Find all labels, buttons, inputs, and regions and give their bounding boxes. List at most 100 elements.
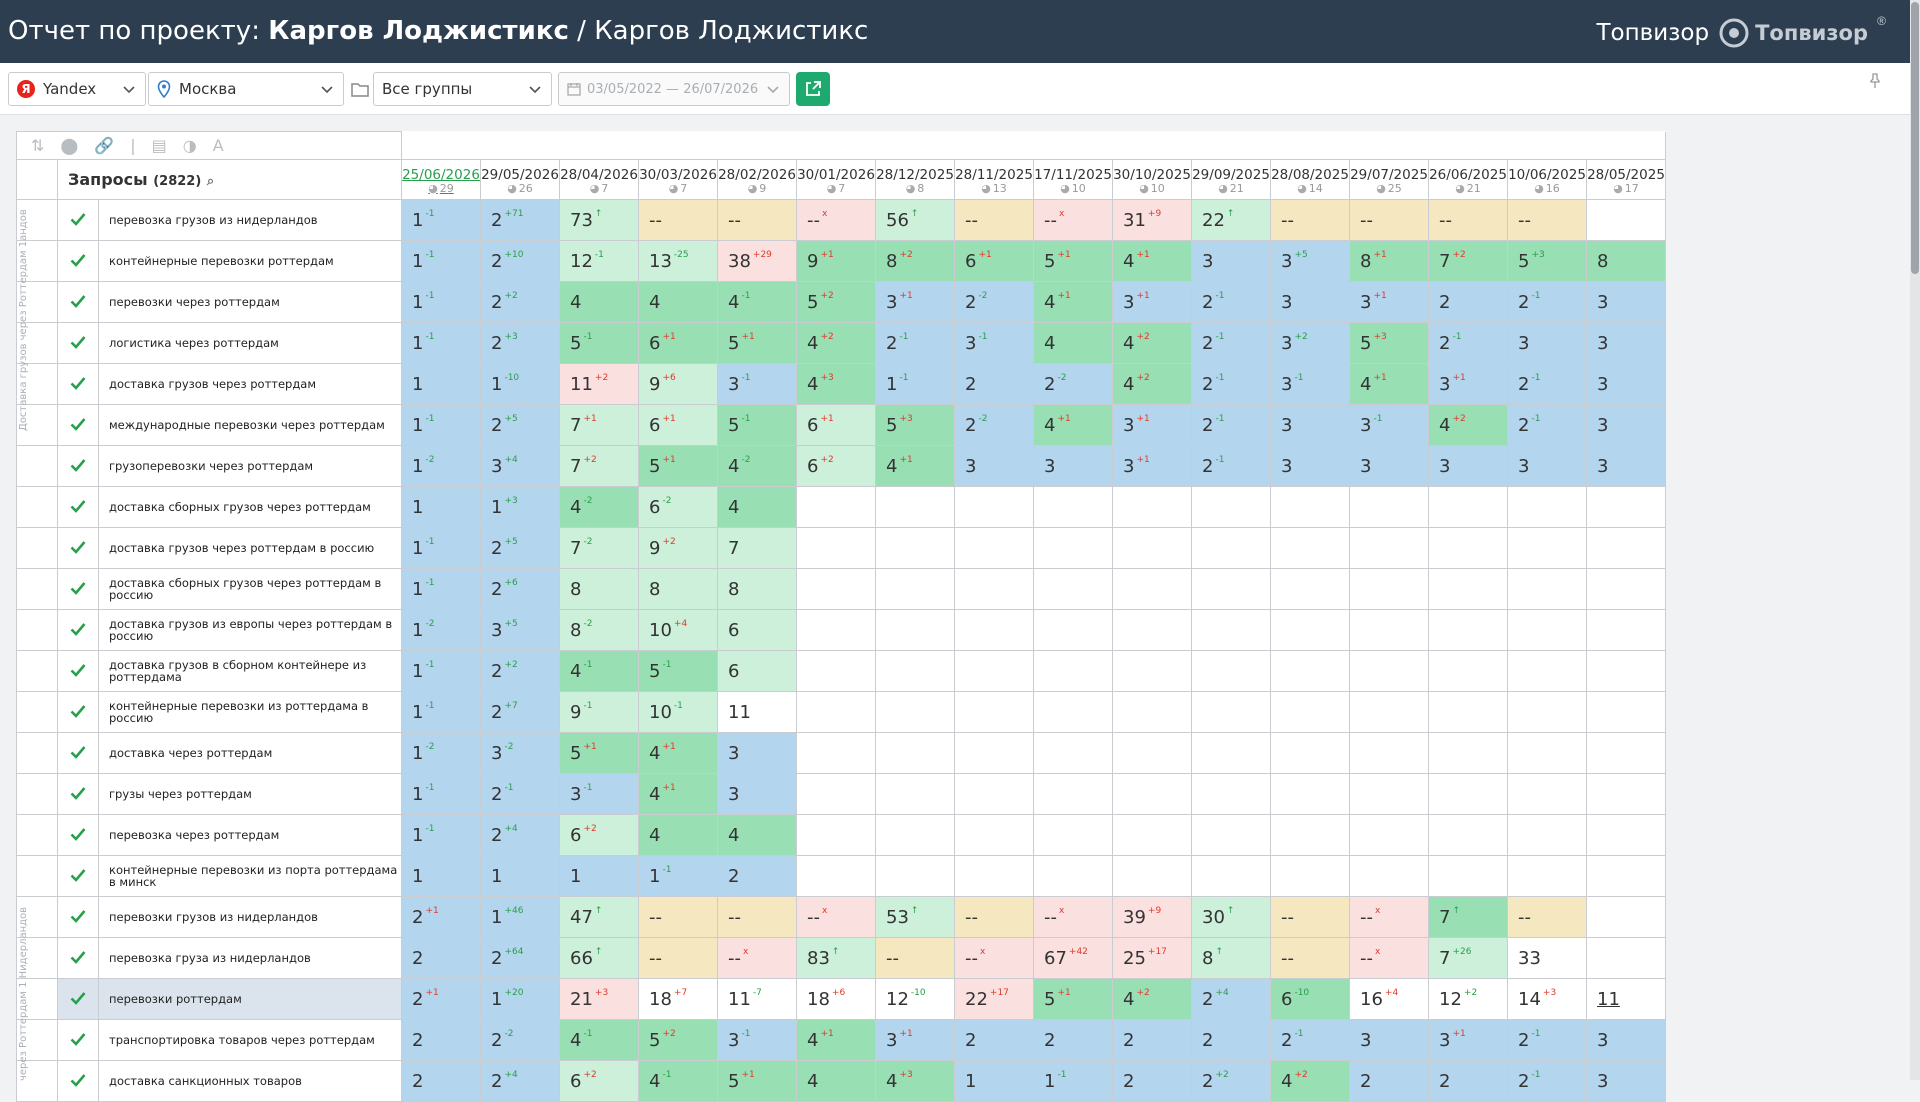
position-cell[interactable]: 3 xyxy=(1586,404,1666,446)
position-cell[interactable]: 11 -7 xyxy=(717,978,797,1020)
date-column-header[interactable]: 28/04/2026 ◕ 7 xyxy=(559,159,639,200)
position-cell[interactable]: 7 ↑ xyxy=(1428,896,1508,938)
table-row[interactable]: контейнерные перевозки из порта роттерда… xyxy=(16,855,1666,897)
position-cell[interactable]: 2 xyxy=(1112,1019,1192,1061)
date-column-header[interactable]: 30/03/2026 ◕ 7 xyxy=(638,159,718,200)
position-cell[interactable]: 5 +1 xyxy=(717,1060,797,1102)
table-row[interactable]: международные перевозки через роттердам 1… xyxy=(16,404,1666,446)
position-cell[interactable]: 10 +4 xyxy=(638,609,718,651)
position-cell[interactable]: 53 ↑ xyxy=(875,896,955,938)
position-cell[interactable]: 2 -1 xyxy=(1270,1019,1350,1061)
position-cell[interactable] xyxy=(954,814,1034,856)
position-cell[interactable]: 1 +46 xyxy=(480,896,560,938)
query-text[interactable]: перевозка через роттердам xyxy=(98,814,402,856)
link-icon[interactable]: 🔗 xyxy=(94,136,114,155)
position-cell[interactable] xyxy=(1270,527,1350,569)
query-text[interactable]: контейнерные перевозки из порта роттерда… xyxy=(98,855,402,897)
position-cell[interactable]: 67 +42 xyxy=(1033,937,1113,979)
query-text[interactable]: перевозки грузов из нидерландов xyxy=(98,896,402,938)
position-cell[interactable]: -- xyxy=(717,199,797,241)
position-cell[interactable]: 4 xyxy=(717,486,797,528)
position-cell[interactable]: -- xyxy=(1270,199,1350,241)
position-cell[interactable]: 2 +2 xyxy=(480,650,560,692)
position-cell[interactable] xyxy=(1349,527,1429,569)
position-cell[interactable] xyxy=(1349,814,1429,856)
position-cell[interactable]: 73 ↑ xyxy=(559,199,639,241)
position-cell[interactable]: 2 -1 xyxy=(1191,281,1271,323)
scrollbar-thumb[interactable] xyxy=(1911,2,1919,274)
position-cell[interactable] xyxy=(1586,732,1666,774)
position-cell[interactable]: 1 -1 xyxy=(401,773,481,815)
date-column-header[interactable]: 30/10/2025 ◕ 10 xyxy=(1112,159,1192,200)
position-cell[interactable] xyxy=(796,650,876,692)
position-cell[interactable]: 6 +2 xyxy=(559,1060,639,1102)
position-cell[interactable] xyxy=(1428,732,1508,774)
position-cell[interactable] xyxy=(954,732,1034,774)
date-column-header[interactable]: 29/07/2025 ◕ 25 xyxy=(1349,159,1429,200)
position-cell[interactable] xyxy=(1191,486,1271,528)
position-cell[interactable] xyxy=(1586,650,1666,692)
position-cell[interactable]: 18 +7 xyxy=(638,978,718,1020)
position-cell[interactable]: 3 +1 xyxy=(875,281,955,323)
position-cell[interactable] xyxy=(954,527,1034,569)
position-cell[interactable]: 5 -1 xyxy=(717,404,797,446)
query-checkbox[interactable] xyxy=(57,568,99,610)
table-row[interactable]: грузы через роттердам 1 -1 2 -1 3 -1 4 +1 3 xyxy=(16,773,1666,815)
position-cell[interactable]: 11 xyxy=(1586,978,1666,1020)
query-text[interactable]: доставка через роттердам xyxy=(98,732,402,774)
position-cell[interactable]: 3 xyxy=(1586,281,1666,323)
position-cell[interactable]: 2 xyxy=(1033,1019,1113,1061)
position-cell[interactable] xyxy=(1033,773,1113,815)
position-cell[interactable] xyxy=(796,568,876,610)
position-cell[interactable] xyxy=(1428,568,1508,610)
position-cell[interactable]: 2 +4 xyxy=(480,1060,560,1102)
position-cell[interactable] xyxy=(1349,486,1429,528)
position-cell[interactable]: 6 +1 xyxy=(796,404,876,446)
query-checkbox[interactable] xyxy=(57,1060,99,1102)
position-cell[interactable]: -- xyxy=(1507,199,1587,241)
position-cell[interactable]: 3 +1 xyxy=(1112,281,1192,323)
date-column-header[interactable]: 28/05/2025 ◕ 17 xyxy=(1586,159,1666,200)
query-checkbox[interactable] xyxy=(57,896,99,938)
table-row[interactable]: доставка санкционных товаров 2 2 +4 6 +2 4 -1 5 +… xyxy=(16,1060,1666,1102)
position-cell[interactable]: 5 +1 xyxy=(559,732,639,774)
position-cell[interactable] xyxy=(1112,773,1192,815)
position-cell[interactable]: 3 +1 xyxy=(1112,445,1192,487)
position-cell[interactable]: 11 xyxy=(717,691,797,733)
position-cell[interactable]: 2 +4 xyxy=(480,814,560,856)
position-cell[interactable] xyxy=(875,650,955,692)
table-row[interactable]: контейнерные перевозки роттердам 1 -1 2 +10 1… xyxy=(16,240,1666,282)
date-column-header[interactable]: 28/08/2025 ◕ 14 xyxy=(1270,159,1350,200)
position-cell[interactable]: 6 -10 xyxy=(1270,978,1350,1020)
position-cell[interactable] xyxy=(1191,650,1271,692)
position-cell[interactable]: 2 xyxy=(401,1060,481,1102)
query-text[interactable]: доставка грузов через роттердам в россию xyxy=(98,527,402,569)
position-cell[interactable]: 5 +3 xyxy=(875,404,955,446)
position-cell[interactable] xyxy=(1270,814,1350,856)
position-cell[interactable]: 7 +2 xyxy=(1428,240,1508,282)
position-cell[interactable]: 4 xyxy=(559,281,639,323)
query-checkbox[interactable] xyxy=(57,240,99,282)
position-cell[interactable]: 18 +6 xyxy=(796,978,876,1020)
position-cell[interactable] xyxy=(796,609,876,651)
position-cell[interactable]: 4 xyxy=(796,1060,876,1102)
position-cell[interactable]: 2 xyxy=(954,1019,1034,1061)
position-cell[interactable]: 5 +1 xyxy=(638,445,718,487)
position-cell[interactable]: 4 +2 xyxy=(1428,404,1508,446)
position-cell[interactable]: 4 +2 xyxy=(796,322,876,364)
query-checkbox[interactable] xyxy=(57,937,99,979)
position-cell[interactable]: 14 +3 xyxy=(1507,978,1587,1020)
query-checkbox[interactable] xyxy=(57,486,99,528)
position-cell[interactable] xyxy=(1428,527,1508,569)
query-text[interactable]: контейнерные перевозки роттердам xyxy=(98,240,402,282)
table-row[interactable]: перевозки грузов из нидерландов 2 +1 1 +46 47… xyxy=(16,896,1666,938)
position-cell[interactable]: 5 -1 xyxy=(638,650,718,692)
position-cell[interactable]: 2 +6 xyxy=(480,568,560,610)
toggle-icon[interactable]: ⬤ xyxy=(60,136,78,155)
query-checkbox[interactable] xyxy=(57,609,99,651)
query-text[interactable]: перевозки через роттердам xyxy=(98,281,402,323)
search-icon[interactable]: ⌕ xyxy=(207,174,214,189)
date-column-header[interactable]: 28/11/2025 ◕ 13 xyxy=(954,159,1034,200)
position-cell[interactable]: 25 +17 xyxy=(1112,937,1192,979)
position-cell[interactable]: 3 -1 xyxy=(717,363,797,405)
